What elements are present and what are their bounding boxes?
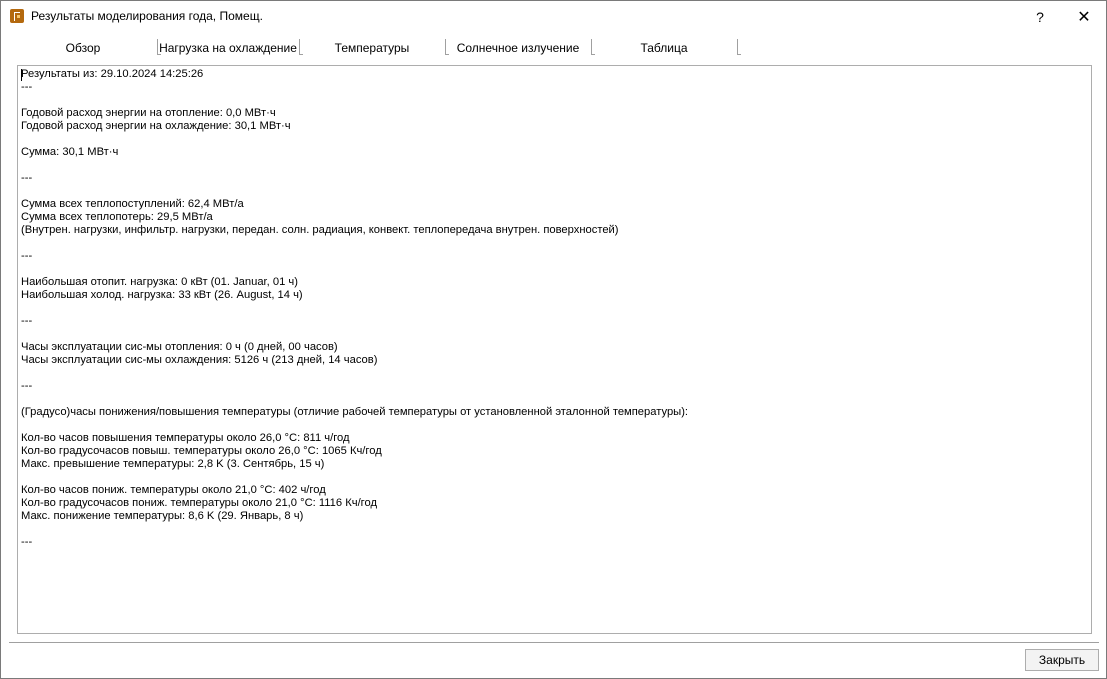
results-dialog: Результаты моделирования года, Помещ. ? … bbox=[0, 0, 1107, 679]
report-line bbox=[21, 471, 1088, 484]
report-line: Кол-во градусочасов повыш. температуры о… bbox=[21, 445, 382, 457]
report-line bbox=[21, 523, 1088, 536]
report-line bbox=[21, 237, 1088, 250]
tab-cooling-load[interactable]: Нагрузка на охлаждение bbox=[157, 35, 299, 61]
report-line: Часы эксплуатации сис-мы отопления: 0 ч … bbox=[21, 341, 338, 353]
help-button[interactable]: ? bbox=[1018, 1, 1062, 32]
tab-solar-radiation[interactable]: Солнечное излучение bbox=[445, 35, 591, 61]
tab-bar: Обзор Нагрузка на охлаждение Температуры… bbox=[9, 35, 1099, 61]
report-line: (Градусо)часы понижения/повышения темпер… bbox=[21, 406, 689, 418]
report-line: Кол-во часов повышения температуры около… bbox=[21, 432, 350, 444]
report-line: Результаты из: 29.10.2024 14:25:26 bbox=[21, 68, 204, 80]
report-line: --- bbox=[21, 81, 33, 93]
report-line bbox=[21, 367, 1088, 380]
report-text-area[interactable]: Результаты из: 29.10.2024 14:25:26 --- Год… bbox=[17, 65, 1092, 634]
tab-overview[interactable]: Обзор bbox=[47, 35, 119, 61]
report-line bbox=[21, 393, 1088, 406]
report-line: Часы эксплуатации сис-мы охлаждения: 512… bbox=[21, 354, 378, 366]
report-line: --- bbox=[21, 172, 33, 184]
footer-divider bbox=[9, 642, 1099, 643]
report-line: --- bbox=[21, 380, 33, 392]
report-line: --- bbox=[21, 315, 33, 327]
report-line bbox=[21, 419, 1088, 432]
report-line: (Внутрен. нагрузки, инфильтр. нагрузки, … bbox=[21, 224, 619, 236]
report-line bbox=[21, 263, 1088, 276]
app-icon bbox=[10, 9, 24, 23]
report-line: Макс. превышение температуры: 2,8 K (3. … bbox=[21, 458, 325, 470]
report-line: Кол-во часов пониж. температуры около 21… bbox=[21, 484, 326, 496]
window-title: Результаты моделирования года, Помещ. bbox=[31, 9, 263, 23]
report-line bbox=[21, 159, 1088, 172]
close-button[interactable]: Закрыть bbox=[1025, 649, 1099, 671]
report-line: Сумма: 30,1 МВт·ч bbox=[21, 146, 119, 158]
report-line: --- bbox=[21, 250, 33, 262]
report-line: Кол-во градусочасов пониж. температуры о… bbox=[21, 497, 378, 509]
report-text: Результаты из: 29.10.2024 14:25:26 --- Год… bbox=[21, 68, 1088, 549]
tab-table[interactable]: Таблица bbox=[591, 35, 737, 61]
close-icon[interactable]: ✕ bbox=[1062, 1, 1106, 32]
tab-temperatures[interactable]: Температуры bbox=[299, 35, 445, 61]
report-line: Макс. понижение температуры: 8,6 K (29. … bbox=[21, 510, 304, 522]
report-line: Годовой расход энергии на охлаждение: 30… bbox=[21, 120, 291, 132]
title-bar: Результаты моделирования года, Помещ. ? … bbox=[1, 1, 1106, 32]
report-line bbox=[21, 94, 1088, 107]
report-line: Сумма всех теплопоступлений: 62,4 МВт/а bbox=[21, 198, 244, 210]
report-line: Наибольшая холод. нагрузка: 33 кВт (26. … bbox=[21, 289, 303, 301]
report-line bbox=[21, 185, 1088, 198]
report-line: Сумма всех теплопотерь: 29,5 МВт/а bbox=[21, 211, 213, 223]
tab-separator bbox=[737, 39, 741, 55]
report-line: --- bbox=[21, 536, 33, 548]
report-line bbox=[21, 302, 1088, 315]
report-line bbox=[21, 133, 1088, 146]
report-line bbox=[21, 328, 1088, 341]
report-line: Наибольшая отопит. нагрузка: 0 кВт (01. … bbox=[21, 276, 298, 288]
report-line: Годовой расход энергии на отопление: 0,0… bbox=[21, 107, 276, 119]
